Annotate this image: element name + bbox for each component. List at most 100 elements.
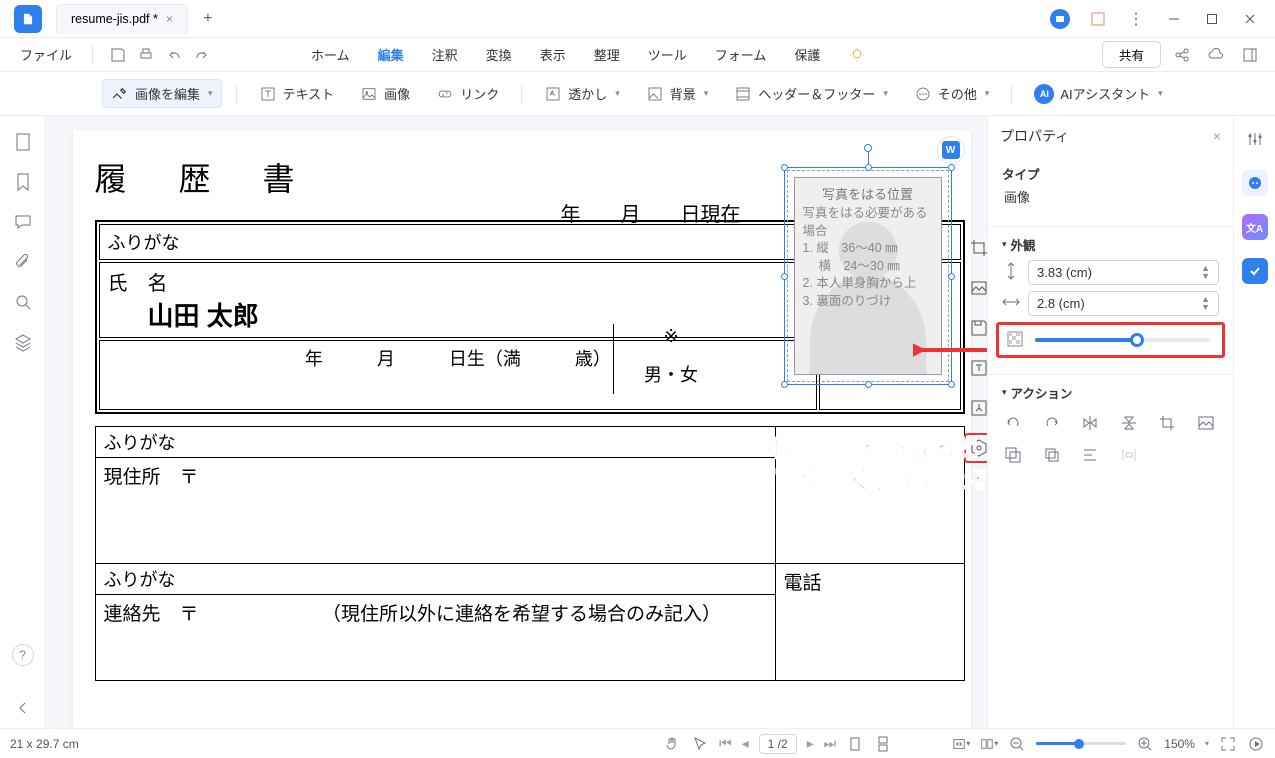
menu-organize[interactable]: 整理 — [584, 41, 630, 68]
collapse-sidebar-icon[interactable] — [13, 698, 33, 718]
cloud-upload-icon[interactable] — [1203, 42, 1229, 68]
tab-title: resume-jis.pdf * — [71, 12, 158, 26]
menu-convert[interactable]: 変換 — [476, 41, 522, 68]
crop-icon[interactable] — [964, 233, 988, 263]
prev-page-icon[interactable]: ◂ — [742, 735, 749, 752]
scroll-page-icon[interactable] — [874, 735, 892, 753]
page-indicator[interactable]: 1 /2 — [759, 734, 797, 754]
align-icon[interactable] — [1079, 444, 1101, 466]
menu-home[interactable]: ホーム — [301, 41, 360, 68]
disclosure-icon[interactable]: ▾ — [1002, 387, 1007, 398]
crop-action-icon[interactable] — [1156, 412, 1178, 434]
spinner-icon[interactable]: ▲▼ — [1201, 296, 1210, 310]
photo-placeholder: 写真をはる位置 写真をはる必要がある場合 1. 縦 36～40 ㎜ 横 24～3… — [794, 177, 942, 375]
read-mode-icon[interactable]: ▾ — [980, 735, 998, 753]
menu-annotate[interactable]: 注釈 — [422, 41, 468, 68]
close-panel-icon[interactable]: × — [1213, 128, 1221, 144]
document-title: 履 歴 書 — [95, 154, 317, 200]
fit-width-icon[interactable]: ▾ — [952, 735, 970, 753]
maximize-button[interactable] — [1195, 4, 1229, 34]
pointer-tool-icon[interactable] — [691, 735, 709, 753]
other-label: その他 — [938, 84, 977, 103]
menu-view[interactable]: 表示 — [530, 41, 576, 68]
thumbnails-icon[interactable] — [13, 132, 33, 152]
layers-icon[interactable] — [13, 332, 33, 352]
first-page-icon[interactable]: ⏮ — [719, 735, 732, 752]
redo-icon[interactable] — [189, 42, 215, 68]
text-tool[interactable]: テキスト — [251, 80, 343, 107]
fullscreen-icon[interactable] — [1219, 735, 1237, 753]
background-tool[interactable]: 背景▾ — [638, 80, 717, 107]
left-sidebar: ? — [0, 116, 46, 728]
file-menu[interactable]: ファイル — [12, 41, 80, 68]
replace-action-icon[interactable] — [1195, 412, 1217, 434]
chevron-down-icon: ▾ — [208, 88, 213, 99]
rotate-left-icon[interactable] — [1002, 412, 1024, 434]
ocr-icon[interactable] — [964, 353, 988, 383]
convert-word-badge[interactable]: W — [937, 136, 965, 164]
notification-icon[interactable] — [1081, 4, 1115, 34]
edit-image-tool[interactable]: 画像を編集 ▾ — [102, 79, 222, 108]
search-icon[interactable] — [13, 292, 33, 312]
flip-vertical-icon[interactable] — [1118, 412, 1140, 434]
save-icon[interactable] — [105, 42, 131, 68]
rotate-right-icon[interactable] — [1041, 412, 1063, 434]
share-link-icon[interactable] — [1169, 42, 1195, 68]
canvas[interactable]: W 履 歴 書 年 月 日現在 ふりがな 氏 名山田 太郎 年 月 日生（満 歳… — [46, 116, 987, 728]
adjust-icon[interactable] — [1242, 126, 1268, 152]
height-input[interactable]: 3.83 (cm)▲▼ — [1028, 260, 1219, 285]
slider-thumb[interactable] — [1130, 333, 1144, 347]
zoom-in-icon[interactable] — [1136, 735, 1154, 753]
hand-tool-icon[interactable] — [663, 735, 681, 753]
single-page-icon[interactable] — [846, 735, 864, 753]
attachment-icon[interactable] — [13, 252, 33, 272]
save-image-icon[interactable] — [964, 313, 988, 343]
translate-icon[interactable]: 文A — [1242, 214, 1268, 240]
zoom-value[interactable]: 150% — [1164, 737, 1195, 751]
help-icon[interactable]: ? — [12, 644, 34, 666]
other-tool[interactable]: その他▾ — [906, 80, 998, 107]
menu-edit[interactable]: 編集 — [368, 41, 414, 68]
link-tool[interactable]: リンク — [428, 80, 507, 107]
spinner-icon[interactable]: ▲▼ — [1201, 265, 1210, 279]
present-icon[interactable] — [1247, 735, 1265, 753]
share-button[interactable]: 共有 — [1102, 41, 1161, 68]
replace-image-icon[interactable] — [964, 273, 988, 303]
annotation-line2: 写真が薄く表示される — [753, 466, 988, 496]
extract-icon[interactable] — [964, 393, 988, 423]
bulb-icon[interactable] — [844, 42, 870, 68]
comment-icon[interactable] — [13, 212, 33, 232]
document-tab[interactable]: resume-jis.pdf * × — [56, 4, 188, 34]
flip-horizontal-icon[interactable] — [1079, 412, 1101, 434]
close-window-button[interactable] — [1233, 4, 1267, 34]
image-tool[interactable]: 画像 — [352, 80, 418, 107]
print-icon[interactable] — [133, 42, 159, 68]
watermark-tool[interactable]: 透かし▾ — [536, 80, 628, 107]
next-page-icon[interactable]: ▸ — [807, 735, 814, 752]
disclosure-icon[interactable]: ▾ — [1002, 239, 1007, 250]
check-icon[interactable] — [1242, 258, 1268, 284]
zoom-out-icon[interactable] — [1008, 735, 1026, 753]
menu-tool[interactable]: ツール — [638, 41, 697, 68]
new-tab-button[interactable]: + — [194, 5, 222, 33]
menu-form[interactable]: フォーム — [705, 41, 777, 68]
header-footer-tool[interactable]: ヘッダー＆フッター▾ — [726, 80, 896, 107]
minimize-button[interactable] — [1157, 4, 1191, 34]
opacity-slider[interactable] — [1035, 338, 1210, 342]
width-input[interactable]: 2.8 (cm)▲▼ — [1028, 291, 1219, 316]
menu-protect[interactable]: 保護 — [784, 41, 830, 68]
overflow-menu-icon[interactable]: ⋮ — [1119, 4, 1153, 34]
zoom-slider[interactable] — [1036, 742, 1126, 745]
panel-toggle-icon[interactable] — [1237, 42, 1263, 68]
ai-assistant-tool[interactable]: AIAIアシスタント▾ — [1026, 80, 1170, 108]
rotate-handle[interactable] — [864, 144, 872, 152]
bookmark-icon[interactable] — [13, 172, 33, 192]
opacity-icon — [1007, 331, 1025, 349]
close-tab-icon[interactable]: × — [166, 12, 173, 26]
last-page-icon[interactable]: ⏭ — [824, 735, 837, 752]
copy-action-icon[interactable] — [1041, 444, 1063, 466]
selected-photo-object[interactable]: 写真をはる位置 写真をはる必要がある場合 1. 縦 36～40 ㎜ 横 24～3… — [787, 170, 949, 382]
undo-icon[interactable] — [161, 42, 187, 68]
extract-image-icon[interactable] — [1002, 444, 1024, 466]
chat-bubble-icon[interactable] — [1242, 170, 1268, 196]
